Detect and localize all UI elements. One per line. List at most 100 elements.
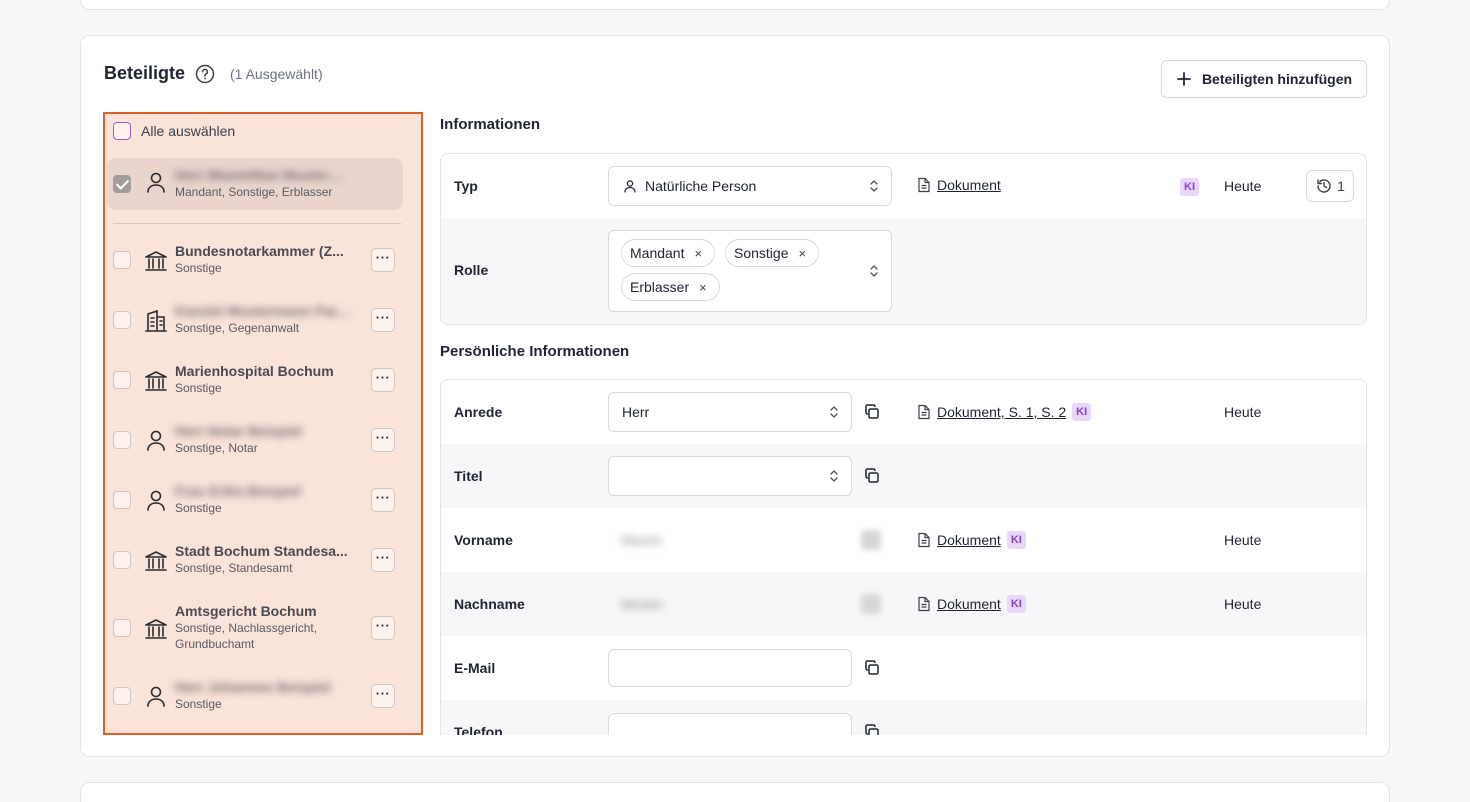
telefon-field[interactable] bbox=[608, 713, 852, 735]
add-participant-button[interactable]: Beteiligten hinzufügen bbox=[1161, 60, 1367, 98]
typ-source: Dokument bbox=[917, 177, 1001, 193]
more-options-button[interactable]: ··· bbox=[371, 248, 395, 272]
list-item[interactable]: Amtsgericht Bochum Sonstige, Nachlassger… bbox=[107, 598, 403, 658]
institution-icon bbox=[145, 371, 167, 391]
copy-icon[interactable] bbox=[863, 467, 881, 485]
nachname-source-link[interactable]: Dokument bbox=[937, 596, 1001, 612]
more-options-button[interactable]: ··· bbox=[371, 488, 395, 512]
participants-card: Beteiligte (1 Ausgewählt) Beteiligten hi… bbox=[80, 35, 1390, 757]
vorname-label: Vorname bbox=[454, 532, 513, 548]
close-icon[interactable]: × bbox=[798, 246, 806, 261]
select-all-row[interactable]: Alle auswählen bbox=[113, 122, 235, 140]
item-roles: Sonstige bbox=[175, 381, 222, 395]
titel-select[interactable] bbox=[608, 456, 852, 496]
role-chip-sonstige[interactable]: Sonstige × bbox=[725, 239, 820, 267]
role-chip-mandant[interactable]: Mandant × bbox=[621, 239, 716, 267]
chip-label: Mandant bbox=[630, 245, 685, 261]
nachname-value[interactable]: Muster bbox=[621, 596, 664, 612]
section-title: Beteiligte bbox=[104, 63, 186, 83]
typ-select[interactable]: Natürliche Person bbox=[608, 166, 892, 206]
item-roles: Sonstige, Nachlassgericht, Grundbuchamt bbox=[175, 621, 318, 651]
institution-icon bbox=[145, 619, 167, 639]
item-checkbox[interactable] bbox=[113, 431, 131, 449]
item-name: Kanzlei Mustermann Partner bbox=[175, 303, 355, 319]
telefon-label: Telefon bbox=[454, 724, 503, 735]
list-item[interactable]: Bundesnotarkammer (Z... Sonstige ··· bbox=[107, 238, 403, 282]
typ-source-link[interactable]: Dokument bbox=[937, 177, 1001, 193]
more-options-button[interactable]: ··· bbox=[371, 616, 395, 640]
list-item[interactable]: Herr Johannes Beispiel Sonstige ··· bbox=[107, 674, 403, 718]
anrede-row: Anrede Herr Dokument, S. 1, S. 2 KI Heut… bbox=[441, 380, 1366, 444]
anrede-select[interactable]: Herr bbox=[608, 392, 852, 432]
more-options-button[interactable]: ··· bbox=[371, 308, 395, 332]
select-all-label: Alle auswählen bbox=[141, 123, 236, 139]
typ-value: Natürliche Person bbox=[645, 178, 757, 194]
office-building-icon bbox=[145, 309, 167, 332]
ki-badge: KI bbox=[1006, 531, 1026, 549]
item-roles: Sonstige bbox=[175, 697, 222, 711]
item-roles: Sonstige bbox=[175, 261, 222, 275]
vorname-row: Vorname Maxim Dokument KI Heute bbox=[441, 508, 1366, 572]
institution-icon bbox=[145, 551, 167, 571]
rolle-multiselect[interactable]: Mandant × Sonstige × Erblasser × bbox=[608, 230, 892, 312]
anrede-source-link[interactable]: Dokument, S. 1, S. 2 bbox=[937, 404, 1066, 420]
anrede-value: Herr bbox=[622, 404, 650, 420]
list-item[interactable]: Kanzlei Mustermann Partner Sonstige, Geg… bbox=[107, 298, 403, 342]
divider bbox=[113, 223, 401, 224]
info-panel: Typ Natürliche Person Dokument KI Heute … bbox=[440, 153, 1367, 325]
history-icon bbox=[1317, 179, 1331, 193]
copy-icon[interactable] bbox=[863, 659, 881, 677]
copy-icon[interactable] bbox=[861, 530, 881, 550]
item-roles: Sonstige, Notar bbox=[175, 441, 258, 455]
item-checkbox[interactable] bbox=[113, 371, 131, 389]
select-all-checkbox[interactable] bbox=[113, 122, 131, 140]
participant-list: Alle auswählen Herr Maximilian Musterman… bbox=[103, 112, 423, 735]
item-roles: Sonstige, Standesamt bbox=[175, 561, 293, 575]
item-checkbox[interactable] bbox=[113, 491, 131, 509]
item-checkbox[interactable] bbox=[113, 619, 131, 637]
telefon-row: Telefon bbox=[441, 700, 1366, 735]
item-name: Bundesnotarkammer (Z... bbox=[175, 243, 344, 259]
item-checkbox[interactable] bbox=[113, 551, 131, 569]
list-item[interactable]: Stadt Bochum Standesa... Sonstige, Stand… bbox=[107, 538, 403, 582]
history-button[interactable]: 1 bbox=[1306, 170, 1354, 202]
list-item[interactable]: Marienhospital Bochum Sonstige ··· bbox=[107, 358, 403, 402]
ki-badge: KI bbox=[1180, 178, 1199, 196]
item-checkbox[interactable] bbox=[113, 251, 131, 269]
item-name: Herr Notar Beispiel bbox=[175, 423, 302, 439]
vorname-source-link[interactable]: Dokument bbox=[937, 532, 1001, 548]
selected-count: (1 Ausgewählt) bbox=[230, 66, 323, 82]
vorname-value[interactable]: Maxim bbox=[621, 532, 662, 548]
add-participant-label: Beteiligten hinzufügen bbox=[1201, 71, 1353, 87]
list-item[interactable]: Herr Notar Beispiel Sonstige, Notar ··· bbox=[107, 418, 403, 462]
item-name: Frau Erika Beispiel bbox=[175, 483, 302, 499]
item-checkbox[interactable] bbox=[113, 175, 131, 193]
copy-icon[interactable] bbox=[861, 594, 881, 614]
list-item[interactable]: Frau Erika Beispiel Sonstige ··· bbox=[107, 478, 403, 522]
more-options-button[interactable]: ··· bbox=[371, 548, 395, 572]
close-icon[interactable]: × bbox=[699, 280, 707, 295]
more-options-button[interactable]: ··· bbox=[371, 368, 395, 392]
list-item[interactable]: Herr Maximilian Mustermann Mandant, Sons… bbox=[107, 158, 403, 210]
person-icon bbox=[147, 686, 165, 707]
personal-panel: Anrede Herr Dokument, S. 1, S. 2 KI Heut… bbox=[440, 379, 1367, 735]
item-name: Marienhospital Bochum bbox=[175, 363, 334, 379]
vorname-date: Heute bbox=[1224, 532, 1262, 548]
email-label: E-Mail bbox=[454, 660, 496, 676]
copy-icon[interactable] bbox=[863, 723, 881, 735]
email-field[interactable] bbox=[608, 649, 852, 687]
item-checkbox[interactable] bbox=[113, 311, 131, 329]
more-options-button[interactable]: ··· bbox=[371, 428, 395, 452]
item-checkbox[interactable] bbox=[113, 687, 131, 705]
copy-icon[interactable] bbox=[863, 403, 881, 421]
role-chip-erblasser[interactable]: Erblasser × bbox=[621, 273, 720, 301]
help-icon[interactable] bbox=[195, 64, 215, 84]
close-icon[interactable]: × bbox=[694, 246, 702, 261]
person-icon bbox=[147, 172, 165, 193]
more-options-button[interactable]: ··· bbox=[371, 684, 395, 708]
nachname-source: Dokument KI bbox=[917, 595, 1026, 613]
chevron-updown-icon bbox=[830, 406, 838, 418]
rolle-row: Rolle Mandant × Sonstige × Erblasser × bbox=[441, 218, 1366, 324]
typ-date: Heute bbox=[1224, 178, 1262, 194]
person-icon bbox=[624, 180, 636, 193]
